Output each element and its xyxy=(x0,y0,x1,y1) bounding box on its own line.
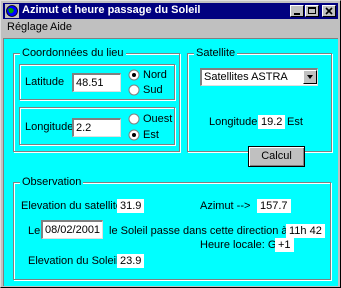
radio-nord[interactable] xyxy=(128,69,140,81)
chevron-down-icon xyxy=(307,75,313,79)
longitude-box: Longitude 2.2 Ouest Est xyxy=(19,107,175,145)
close-icon xyxy=(325,7,333,15)
longitude-input[interactable]: 2.2 xyxy=(72,118,121,137)
menu-bar: Réglage Aide xyxy=(3,19,338,37)
radio-nord-label: Nord xyxy=(143,69,167,81)
title-bar[interactable]: Azimut et heure passage du Soleil xyxy=(3,3,338,19)
satellite-elevation-label: Elevation du satellite xyxy=(21,200,122,212)
sun-elevation-label: Elevation du Soleil xyxy=(28,255,119,267)
date-label: Le xyxy=(28,225,41,237)
observation-group-label: Observation xyxy=(20,176,84,188)
radio-ouest[interactable] xyxy=(128,113,140,125)
app-window: Azimut et heure passage du Soleil Réglag… xyxy=(0,0,341,288)
client-area: Coordonnées du lieu Latitude 48.51 Nord … xyxy=(3,38,338,286)
menu-aide[interactable]: Aide xyxy=(50,21,72,33)
minimize-icon xyxy=(294,13,300,15)
radio-est-label: Est xyxy=(143,129,159,141)
calcul-button[interactable]: Calcul xyxy=(248,146,305,167)
azimut-label: Azimut --> xyxy=(200,200,251,212)
coordinates-group-label: Coordonnées du lieu xyxy=(20,47,126,59)
sun-passes-label: le Soleil passe dans cette direction à: xyxy=(109,225,291,237)
latitude-label: Latitude xyxy=(25,76,65,88)
date-input[interactable]: 08/02/2001 xyxy=(41,220,103,239)
radio-est[interactable] xyxy=(128,129,140,141)
satellite-longitude-value: 19.2 xyxy=(258,115,286,129)
globe-icon[interactable] xyxy=(5,4,19,18)
satellite-group: Satellite Satellites ASTRA Longitude 19.… xyxy=(187,47,332,152)
azimut-value: 157.7 xyxy=(257,199,291,213)
satellite-dropdown-button[interactable] xyxy=(303,70,317,84)
gmt-offset-value: +1 xyxy=(275,238,294,252)
satellite-group-label: Satellite xyxy=(194,47,238,59)
minimize-button[interactable] xyxy=(290,5,304,17)
latitude-input[interactable]: 48.51 xyxy=(72,73,121,92)
radio-sud-label: Sud xyxy=(143,84,163,96)
longitude-label: Longitude xyxy=(25,121,74,133)
maximize-button[interactable] xyxy=(305,5,319,17)
satellite-elevation-value: 31.9 xyxy=(117,199,145,213)
sun-elevation-value: 23.9 xyxy=(117,254,145,268)
window-title: Azimut et heure passage du Soleil xyxy=(22,4,201,16)
coordinates-group: Coordonnées du lieu Latitude 48.51 Nord … xyxy=(13,47,180,152)
satellite-select-value: Satellites ASTRA xyxy=(204,71,288,83)
satellite-select[interactable]: Satellites ASTRA xyxy=(200,68,318,86)
menu-reglage[interactable]: Réglage xyxy=(7,21,48,33)
latitude-box: Latitude 48.51 Nord Sud xyxy=(19,64,175,100)
close-button[interactable] xyxy=(322,5,336,17)
radio-ouest-label: Ouest xyxy=(143,113,173,125)
maximize-icon xyxy=(308,7,316,14)
satellite-longitude-label: Longitude xyxy=(209,116,258,128)
radio-sud[interactable] xyxy=(128,84,140,96)
observation-group: Observation Elevation du satellite 31.9 … xyxy=(13,176,331,280)
time-value: 11h 42 xyxy=(286,224,325,238)
satellite-longitude-direction: Est xyxy=(287,116,303,128)
